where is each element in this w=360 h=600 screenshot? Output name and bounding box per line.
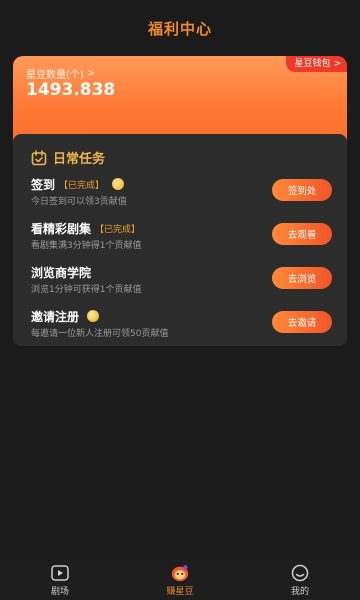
balance-label: 星豆数量(个) — [26, 70, 84, 81]
task-name: 签到 — [31, 177, 56, 192]
profile-icon — [290, 564, 310, 582]
nav-label: 剧场 — [50, 587, 69, 597]
bottom-nav: 剧场 赚星豆 我的 — [0, 560, 360, 600]
nav-item-earn-beans[interactable]: 赚星豆 — [140, 564, 220, 597]
task-item-watch-episodes: 看精彩剧集 【已完成】 看剧集满3分钟得1个贡献值 去观看 — [31, 219, 333, 253]
task-name: 看精彩剧集 — [31, 221, 92, 236]
task-status: 【已完成】 — [95, 224, 141, 235]
nav-item-theater[interactable]: 剧场 — [20, 564, 100, 597]
coin-icon — [87, 310, 100, 322]
task-item-browse-academy: 浏览商学院 浏览1分钟可获得1个贡献值 去浏览 — [31, 263, 333, 297]
wallet-label: 星豆钱包 — [294, 59, 331, 69]
balance-value: 1493.838 — [26, 80, 116, 100]
daily-tasks-panel: 日常任务 签到 【已完成】 今日签到可以领3贡献值 签到处 看精彩剧集 【已完成… — [13, 134, 347, 346]
nav-label: 赚星豆 — [166, 587, 194, 597]
nav-label: 我的 — [290, 587, 309, 597]
task-name: 邀请注册 — [31, 309, 80, 324]
task-status: 【已完成】 — [59, 180, 105, 191]
watch-button[interactable]: 去观看 — [272, 223, 332, 245]
balance-arrow-icon: > — [86, 68, 96, 79]
play-icon — [50, 564, 70, 582]
balance-label-row[interactable]: 星豆数量(个) > — [26, 66, 95, 81]
task-item-invite-register: 邀请注册 每邀请一位新人注册可领50贡献值 去邀请 — [31, 307, 333, 341]
sign-in-button[interactable]: 签到处 — [272, 179, 332, 201]
tasks-title: 日常任务 — [53, 152, 106, 167]
star-bean-icon — [170, 564, 190, 582]
welfare-center-page: 福利中心 星豆数量(个) > 1493.838 星豆钱包 > 日常任务 签到 【… — [0, 0, 360, 600]
tasks-header: 日常任务 — [31, 148, 105, 167]
browse-button[interactable]: 去浏览 — [272, 267, 332, 289]
wallet-button[interactable]: 星豆钱包 > — [286, 56, 347, 72]
coin-icon — [112, 178, 125, 190]
task-item-sign-in: 签到 【已完成】 今日签到可以领3贡献值 签到处 — [31, 175, 333, 209]
invite-button[interactable]: 去邀请 — [272, 311, 332, 333]
page-title: 福利中心 — [147, 19, 212, 38]
header: 福利中心 — [0, 0, 360, 56]
wallet-arrow-icon: > — [333, 59, 341, 69]
task-name: 浏览商学院 — [31, 265, 92, 280]
nav-item-mine[interactable]: 我的 — [260, 564, 340, 597]
calendar-icon — [31, 149, 47, 165]
